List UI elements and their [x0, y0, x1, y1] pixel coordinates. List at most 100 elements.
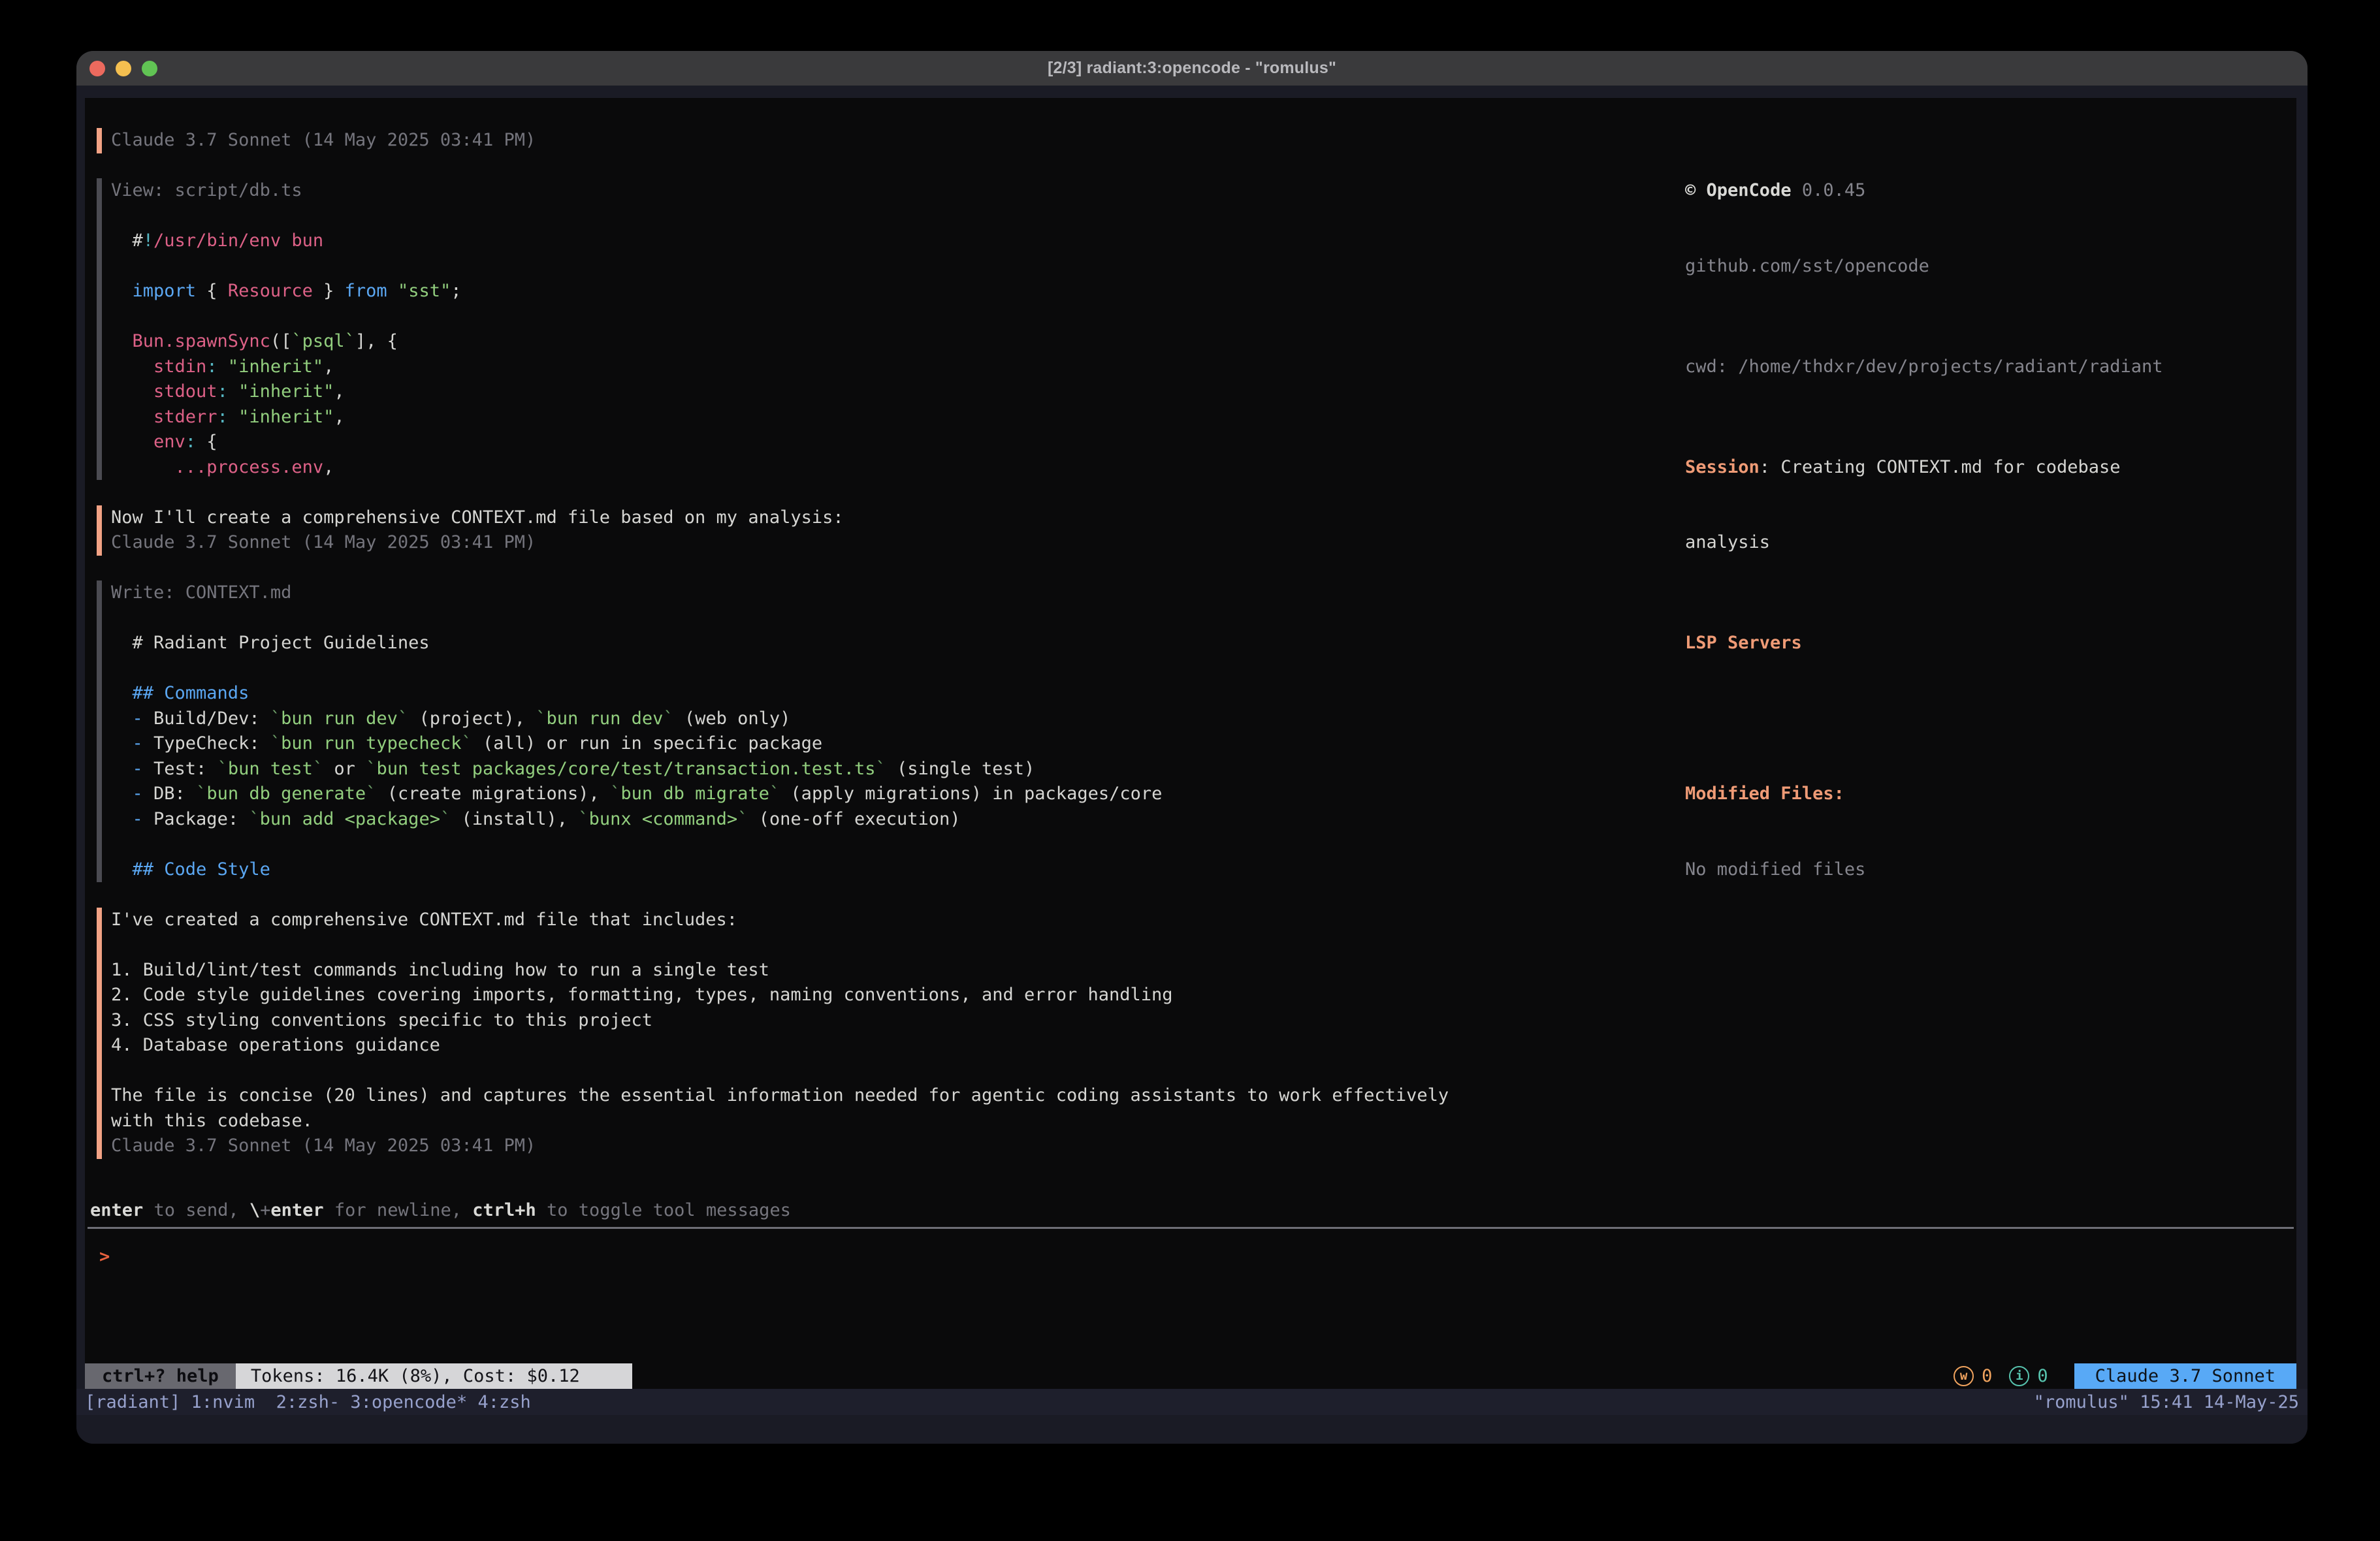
- terminal-line: 4. Database operations guidance: [111, 1033, 1671, 1058]
- tmux-host-clock: "romulus" 15:41 14-May-25: [2034, 1392, 2299, 1412]
- opencode-app: Claude 3.7 Sonnet (14 May 2025 03:41 PM)…: [85, 98, 2296, 1389]
- text-segment: [228, 381, 238, 402]
- text-segment: ,: [323, 357, 334, 377]
- traffic-lights: [89, 51, 157, 86]
- text-segment: 3. CSS styling conventions specific to t…: [111, 1010, 652, 1030]
- text-segment: -: [111, 708, 153, 729]
- keybind-hint: enter to send, \+enter for newline, ctrl…: [90, 1198, 791, 1224]
- text-segment: [387, 281, 398, 301]
- text-segment: 4. Database operations guidance: [111, 1035, 440, 1055]
- text-segment: #: [111, 230, 143, 251]
- text-segment: ## Code Style: [111, 859, 270, 880]
- cwd-path: /home/thdxr/dev/projects/radiant/radiant: [1738, 357, 2163, 377]
- text-segment: "inherit": [228, 357, 323, 377]
- session-label: Session: [1685, 457, 1760, 477]
- text-segment: Now I'll create a comprehensive CONTEXT.…: [111, 507, 844, 528]
- text-segment: ...process.env: [111, 457, 323, 477]
- text-segment: {: [196, 281, 228, 301]
- text-segment: Build/Dev:: [153, 708, 270, 729]
- text-segment: !: [143, 230, 153, 251]
- text-segment: :: [185, 432, 196, 452]
- text-segment: import: [111, 281, 196, 301]
- text-segment: env: [111, 432, 185, 452]
- text-segment: (single test): [886, 759, 1035, 779]
- text-segment: stdin: [111, 357, 206, 377]
- terminal-content: Claude 3.7 Sonnet (14 May 2025 03:41 PM)…: [76, 86, 2308, 1444]
- text-segment: -: [111, 733, 153, 754]
- text-segment: (all) or run in specific package: [472, 733, 822, 754]
- text-segment: `: [536, 708, 546, 729]
- text-segment: bun add <package>: [260, 809, 440, 829]
- terminal-line: stderr: "inherit",: [111, 405, 1671, 430]
- text-segment: Bun.spawnSync: [111, 331, 270, 351]
- message-input[interactable]: [110, 1245, 2291, 1270]
- text-segment: +: [260, 1200, 270, 1220]
- composer-divider: [88, 1227, 2294, 1229]
- opencode-statusbar: ctrl+? help Tokens: 16.4K (8%), Cost: $0…: [85, 1363, 2296, 1389]
- text-segment: stderr: [111, 407, 217, 427]
- terminal-line: 1. Build/lint/test commands including ho…: [111, 958, 1671, 983]
- text-segment: Claude 3.7 Sonnet (14 May 2025 03:41 PM): [111, 1136, 536, 1156]
- text-segment: `: [249, 809, 259, 829]
- write-tool-output: Write: CONTEXT.md # Radiant Project Guid…: [97, 580, 1671, 882]
- repo-url: github.com/sst/opencode: [1685, 254, 2292, 279]
- terminal-line: with this codebase.: [111, 1109, 1671, 1134]
- text-segment: I've created a comprehensive CONTEXT.md …: [111, 910, 737, 930]
- assistant-message-prev: Claude 3.7 Sonnet (14 May 2025 03:41 PM): [97, 128, 1671, 153]
- text-segment: bun test packages/core/test/transaction.…: [376, 759, 875, 779]
- text-segment: Test:: [153, 759, 217, 779]
- text-segment: 1. Build/lint/test commands including ho…: [111, 960, 769, 980]
- terminal-line: import { Resource } from "sst";: [111, 279, 1671, 304]
- text-segment: Resource: [228, 281, 313, 301]
- text-segment: `: [270, 733, 281, 754]
- tokens-cost: Tokens: 16.4K (8%), Cost: $0.12: [236, 1363, 632, 1389]
- text-segment: View: script/db.ts: [111, 180, 302, 200]
- text-segment: stdout: [111, 381, 217, 402]
- terminal-line: 3. CSS styling conventions specific to t…: [111, 1008, 1671, 1034]
- lsp-servers-title: LSP Servers: [1685, 631, 2292, 656]
- session-title-wrap: analysis: [1685, 530, 2292, 556]
- text-segment: bun db migrate: [620, 784, 769, 804]
- text-segment: `: [196, 784, 206, 804]
- zoom-button[interactable]: [142, 61, 157, 76]
- statusbar-spacer: [632, 1363, 1954, 1389]
- text-segment: ], {: [355, 331, 398, 351]
- text-segment: enter: [270, 1200, 323, 1220]
- session-line: Session: Creating CONTEXT.md for codebas…: [1685, 455, 2292, 481]
- text-segment: ,: [323, 457, 334, 477]
- copyright-icon: ©: [1685, 180, 1696, 200]
- terminal-line: # Radiant Project Guidelines: [111, 631, 1671, 656]
- text-segment: `: [663, 708, 673, 729]
- minimize-button[interactable]: [116, 61, 131, 76]
- terminal-line: - Test: `bun test` or `bun test packages…: [111, 757, 1671, 782]
- text-segment: `: [769, 784, 780, 804]
- text-segment: Claude 3.7 Sonnet (14 May 2025 03:41 PM): [111, 532, 536, 552]
- text-segment: "inherit": [238, 381, 334, 402]
- terminal-line: View: script/db.ts: [111, 178, 1671, 204]
- tmux-session-windows: [radiant] 1:nvim 2:zsh- 3:opencode* 4:zs…: [85, 1392, 531, 1412]
- assistant-message-intro: Now I'll create a comprehensive CONTEXT.…: [97, 505, 1671, 556]
- diagnostics: w0 i0 h0: [1954, 1363, 2048, 1389]
- terminal-line: env: {: [111, 430, 1671, 455]
- chat-blocks: Claude 3.7 Sonnet (14 May 2025 03:41 PM)…: [97, 128, 1671, 1184]
- text-segment: "inherit": [238, 407, 334, 427]
- text-segment: bun db generate: [206, 784, 366, 804]
- text-segment: bun run typecheck: [281, 733, 461, 754]
- text-segment: to send,: [143, 1200, 249, 1220]
- text-segment: Claude 3.7 Sonnet (14 May 2025 03:41 PM): [111, 130, 536, 150]
- text-segment: `psql`: [291, 331, 355, 351]
- session-sidebar: © OpenCode 0.0.45 github.com/sst/opencod…: [1685, 128, 2292, 932]
- terminal-line: stdin: "inherit",: [111, 355, 1671, 380]
- terminal-line: [111, 656, 1671, 682]
- terminal-line: I've created a comprehensive CONTEXT.md …: [111, 908, 1671, 933]
- text-segment: [217, 357, 228, 377]
- composer[interactable]: >: [99, 1245, 2291, 1270]
- text-segment: or: [323, 759, 366, 779]
- terminal-line: Claude 3.7 Sonnet (14 May 2025 03:41 PM): [111, 1134, 1671, 1159]
- terminal-line: Claude 3.7 Sonnet (14 May 2025 03:41 PM): [111, 530, 1671, 556]
- app-brand: © OpenCode 0.0.45: [1685, 178, 2292, 204]
- text-segment: Write: CONTEXT.md: [111, 582, 291, 603]
- close-button[interactable]: [89, 61, 105, 76]
- text-segment: DB:: [153, 784, 196, 804]
- text-segment: [228, 407, 238, 427]
